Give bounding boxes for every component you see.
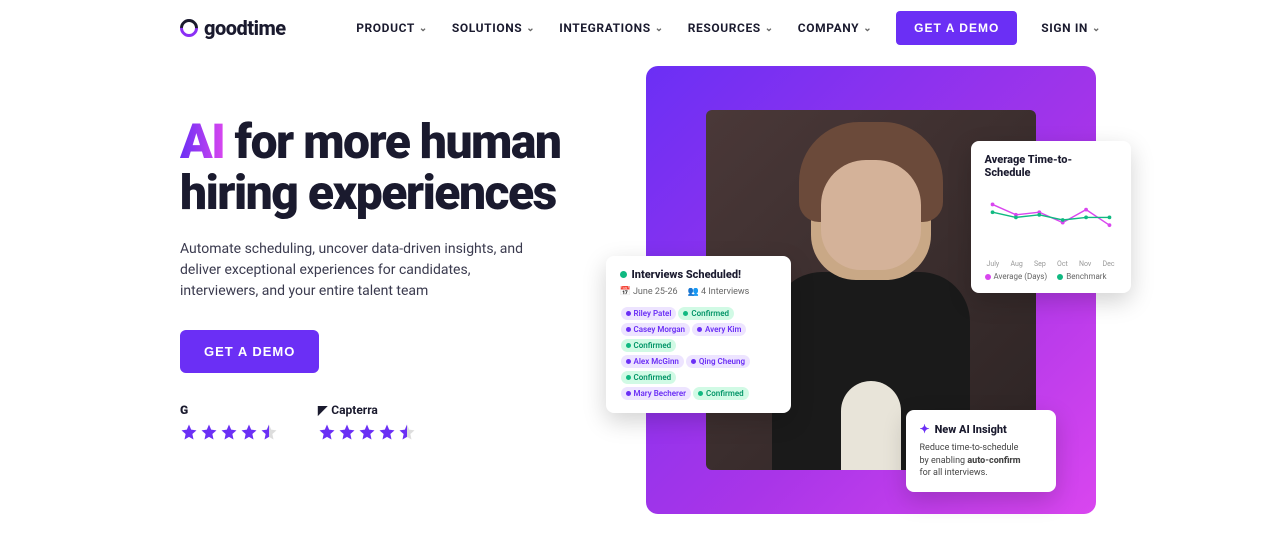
insight-body: Reduce time-to-schedule by enabling auto… — [920, 442, 1042, 480]
rating-source: ◤Capterra — [318, 403, 416, 417]
brand-logo[interactable]: goodtime — [180, 16, 286, 40]
hero-section: AI for more human hiring experiences Aut… — [0, 56, 1281, 514]
ratings-row: GG2 ◤Capterra — [180, 403, 600, 441]
main-nav: PRODUCT⌄ SOLUTIONS⌄ INTEGRATIONS⌄ RESOUR… — [356, 11, 1101, 45]
overlay-time-to-schedule-chart: Average Time-to-Schedule JulyAugSepOctNo… — [971, 141, 1131, 293]
headline-rest: for more human hiring experiences — [180, 113, 560, 221]
logo-icon — [176, 15, 201, 40]
hero-headline: AI for more human hiring experiences — [180, 116, 600, 219]
overlay-meta: 📅 June 25-26 👥 4 Interviews — [620, 287, 777, 297]
capterra-icon: ◤ — [318, 403, 327, 417]
stars-row — [318, 423, 416, 441]
rating-capterra: ◤Capterra — [318, 403, 416, 441]
get-demo-button[interactable]: GET A DEMO — [896, 11, 1017, 45]
chevron-down-icon: ⌄ — [863, 23, 872, 34]
chevron-down-icon: ⌄ — [526, 23, 535, 34]
calendar-icon: 📅 June 25-26 — [620, 287, 678, 297]
hero-image-column: Interviews Scheduled! 📅 June 25-26 👥 4 I… — [640, 66, 1101, 514]
rating-g2: GG2 — [180, 403, 278, 441]
nav-resources[interactable]: RESOURCES⌄ — [688, 21, 774, 35]
overlay-title: Average Time-to-Schedule — [985, 153, 1117, 179]
nav-company[interactable]: COMPANY⌄ — [798, 21, 872, 35]
sign-in-link[interactable]: SIGN IN⌄ — [1041, 21, 1101, 35]
chevron-down-icon: ⌄ — [765, 23, 774, 34]
nav-solutions[interactable]: SOLUTIONS⌄ — [452, 21, 535, 35]
chart-x-labels: JulyAugSepOctNovDec — [985, 258, 1117, 268]
chart-legend: Average (Days) Benchmark — [985, 272, 1117, 281]
overlay-interviews-scheduled: Interviews Scheduled! 📅 June 25-26 👥 4 I… — [606, 256, 791, 413]
site-header: goodtime PRODUCT⌄ SOLUTIONS⌄ INTEGRATION… — [0, 0, 1281, 56]
interview-rows: Riley PatelConfirmedCasey MorganAvery Ki… — [620, 305, 777, 401]
rating-source: GG2 — [180, 403, 278, 417]
hero-subtext: Automate scheduling, uncover data-driven… — [180, 239, 540, 302]
overlay-title: Interviews Scheduled! — [620, 268, 777, 281]
hero-get-demo-button[interactable]: GET A DEMO — [180, 330, 319, 373]
line-chart — [985, 185, 1117, 255]
g2-icon: G — [180, 403, 188, 417]
nav-product[interactable]: PRODUCT⌄ — [356, 21, 428, 35]
overlay-ai-insight: ✦New AI Insight Reduce time-to-schedule … — [906, 410, 1056, 492]
nav-integrations[interactable]: INTEGRATIONS⌄ — [559, 21, 663, 35]
sparkle-icon: ✦ — [920, 422, 930, 436]
chevron-down-icon: ⌄ — [419, 23, 428, 34]
hero-text-column: AI for more human hiring experiences Aut… — [180, 66, 600, 514]
chevron-down-icon: ⌄ — [1092, 23, 1101, 34]
brand-name: goodtime — [204, 16, 286, 40]
overlay-title: ✦New AI Insight — [920, 422, 1042, 436]
legend-dot-icon — [1057, 274, 1063, 280]
legend-dot-icon — [985, 274, 991, 280]
headline-ai: AI — [180, 113, 224, 170]
chevron-down-icon: ⌄ — [655, 23, 664, 34]
hero-gradient-card: Interviews Scheduled! 📅 June 25-26 👥 4 I… — [646, 66, 1096, 514]
stars-row — [180, 423, 278, 441]
people-icon: 👥 4 Interviews — [688, 287, 750, 297]
